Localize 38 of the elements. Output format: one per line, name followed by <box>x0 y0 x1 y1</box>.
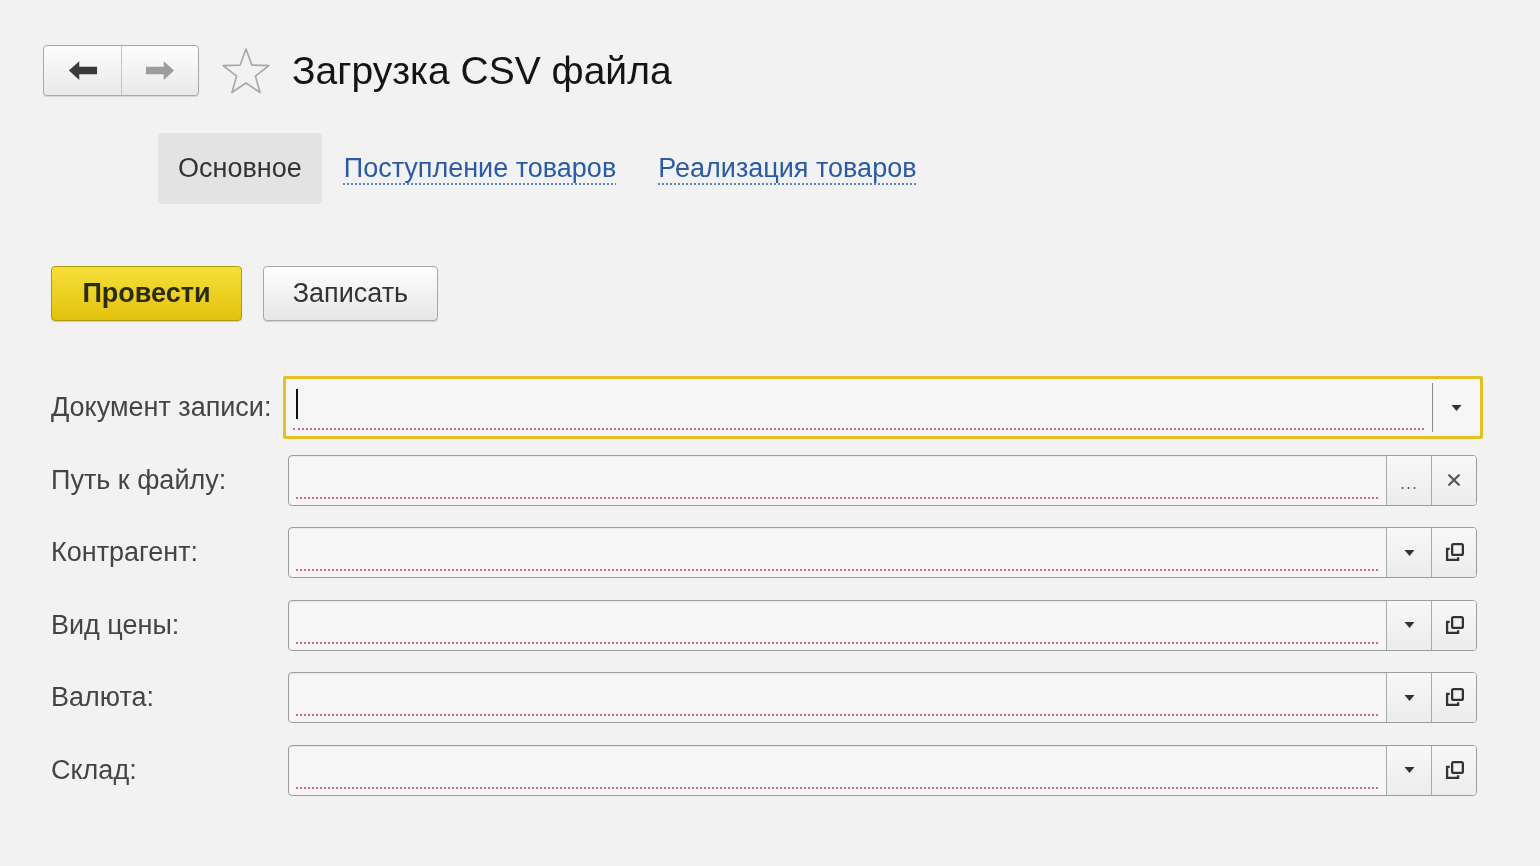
field-label: Вид цены: <box>51 608 181 642</box>
field-label: Склад: <box>51 753 138 787</box>
reference-field[interactable] <box>288 599 1477 651</box>
tab[interactable]: Поступление товаров <box>323 133 637 204</box>
overlapping-squares-icon <box>1444 615 1464 635</box>
star-icon[interactable] <box>222 47 270 94</box>
left-arrow-icon <box>67 60 98 81</box>
save-button[interactable]: Записать <box>263 266 438 321</box>
tab[interactable]: Реализация товаров <box>638 133 937 204</box>
triangle-down-icon <box>1403 622 1415 628</box>
tab[interactable]: Основное <box>158 133 322 204</box>
cross-icon <box>1448 474 1460 486</box>
clear-button[interactable] <box>1431 455 1476 505</box>
open-button[interactable] <box>1431 673 1476 722</box>
file-path-field[interactable]: ... <box>288 454 1477 506</box>
browse-button[interactable]: ... <box>1386 455 1431 505</box>
field-label: Валюта: <box>51 681 156 714</box>
open-button[interactable] <box>1431 528 1476 577</box>
right-arrow-icon <box>145 60 175 81</box>
triangle-down-icon <box>1403 694 1415 701</box>
dropdown-field[interactable] <box>283 376 1483 439</box>
overlapping-squares-icon <box>1444 688 1464 707</box>
field-label: Документ записи: <box>51 391 273 424</box>
field-label: Контрагент: <box>51 536 200 569</box>
text-cursor-icon <box>296 389 298 419</box>
reference-field[interactable] <box>288 744 1477 796</box>
field-label: Путь к файлу: <box>51 463 228 497</box>
triangle-down-icon <box>1451 404 1462 411</box>
reference-field[interactable] <box>288 672 1477 723</box>
triangle-down-icon <box>1403 767 1415 773</box>
overlapping-squares-icon <box>1444 760 1464 780</box>
triangle-down-icon <box>1403 549 1415 556</box>
page-title: Загрузка CSV файла <box>292 48 672 94</box>
open-button[interactable] <box>1431 745 1476 795</box>
reference-field[interactable] <box>288 527 1477 578</box>
post-button[interactable]: Провести <box>51 266 242 321</box>
open-button[interactable] <box>1431 600 1476 650</box>
overlapping-squares-icon <box>1444 543 1464 562</box>
